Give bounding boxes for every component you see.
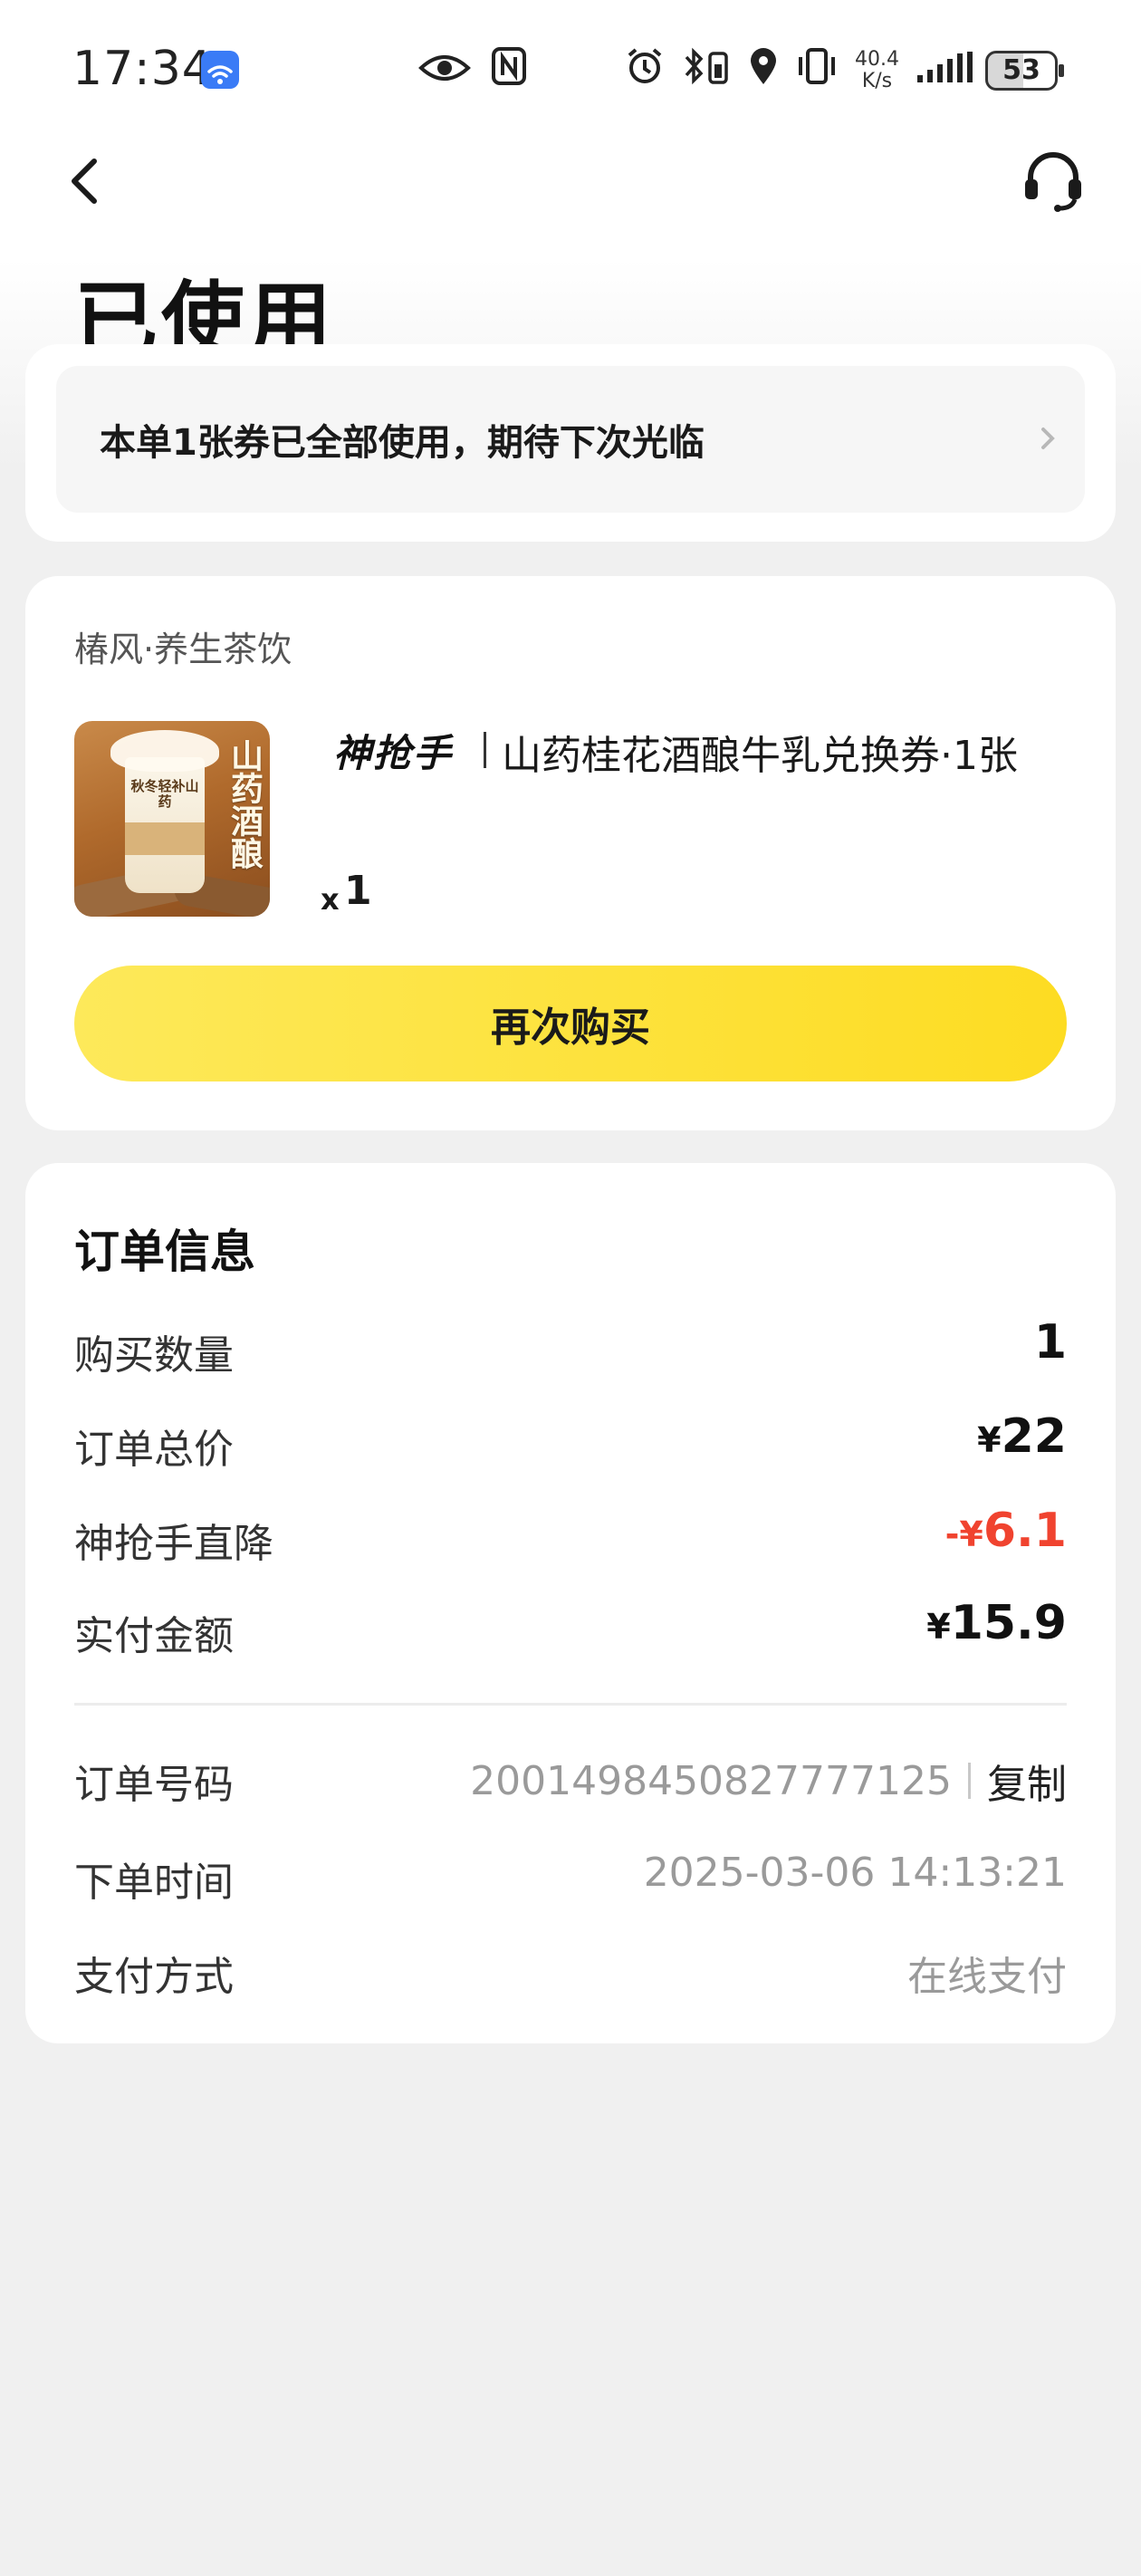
chevron-right-icon — [1041, 428, 1055, 449]
row-label: 神抢手直降 — [74, 1521, 273, 1567]
currency-symbol: ¥ — [926, 1607, 951, 1647]
order-time-row: 下单时间 2025-03-06 14:13:21 — [74, 1842, 1067, 1906]
currency-symbol: -¥ — [944, 1514, 983, 1554]
status-bar: 17:34 40.4 K/s 53 — [0, 36, 1141, 109]
payment-method-row: 支付方式 在线支付 — [74, 1937, 1067, 2000]
paid-amount-row: 实付金额 ¥15.9 — [74, 1596, 1067, 1659]
speed-value: 40.4 — [855, 48, 899, 71]
purchase-quantity-row: 购买数量 1 — [74, 1315, 1067, 1379]
copy-separator — [968, 1763, 971, 1799]
divider — [74, 1703, 1067, 1706]
product-image-milk-splash — [110, 730, 219, 772]
amount: 1 — [1033, 1315, 1067, 1370]
product-quantity: 1 — [344, 868, 372, 914]
status-time: 17:34 — [72, 42, 213, 96]
order-detail-page: 17:34 40.4 K/s 53 已使用 本单1张券已全部使用，期待下次光临 … — [0, 0, 1141, 2576]
discount-row: 神抢手直降 -¥6.1 — [74, 1504, 1067, 1567]
alarm-icon — [625, 43, 665, 98]
title-separator — [484, 732, 486, 768]
network-speed: 40.4 K/s — [855, 49, 899, 92]
amount: 15.9 — [950, 1596, 1067, 1650]
back-icon — [72, 159, 97, 204]
row-value: 1 — [1034, 1315, 1067, 1370]
headset-icon — [1025, 152, 1081, 212]
order-info-card: 订单信息 购买数量 1 订单总价 ¥22 神抢手直降 -¥6.1 实付金额 ¥1… — [25, 1163, 1116, 2043]
product-card: 椿风·养生茶饮 秋冬轻补山药 山药酒酿 神抢手 山药桂花酒酿牛乳兑换券·1张 x… — [25, 576, 1116, 1130]
wifi-icon — [201, 51, 239, 89]
nfc-icon — [491, 43, 527, 98]
row-value: ¥22 — [977, 1409, 1067, 1464]
location-icon — [748, 43, 779, 98]
row-label: 支付方式 — [74, 1954, 234, 2000]
shop-name[interactable]: 椿风·养生茶饮 — [74, 621, 292, 671]
speed-unit: K/s — [861, 70, 893, 92]
battery-icon: 53 — [985, 51, 1064, 91]
brand-logo: 神抢手 — [333, 723, 453, 778]
status-card: 本单1张券已全部使用，期待下次光临 — [25, 344, 1116, 542]
row-value: ¥15.9 — [926, 1596, 1067, 1650]
product-image-cup-band — [125, 822, 205, 855]
discount-value: -¥6.1 — [945, 1504, 1067, 1558]
rebuy-button[interactable]: 再次购买 — [74, 966, 1067, 1081]
customer-service-button[interactable] — [1020, 149, 1087, 212]
order-number-row: 订单号码 2001498450827777125 复制 — [74, 1745, 1067, 1810]
amount: 22 — [1001, 1409, 1067, 1464]
status-notice[interactable]: 本单1张券已全部使用，期待下次光临 — [56, 366, 1085, 513]
row-label: 订单号码 — [74, 1762, 234, 1808]
quantity-prefix: x — [321, 882, 340, 917]
row-label: 订单总价 — [74, 1427, 234, 1473]
order-number-group: 2001498450827777125 复制 — [470, 1752, 1067, 1810]
row-label: 下单时间 — [74, 1860, 234, 1906]
amount: 6.1 — [983, 1504, 1067, 1558]
product-name[interactable]: 山药桂花酒酿牛乳兑换券·1张 — [502, 723, 1018, 781]
brand-logo-text: 神抢手 — [333, 731, 454, 775]
signal-icon — [916, 43, 986, 98]
vibrate-icon — [795, 43, 839, 98]
row-label: 购买数量 — [74, 1332, 234, 1379]
product-image-sticker: 秋冬轻补山药 — [130, 778, 199, 810]
status-notice-text: 本单1张券已全部使用，期待下次光临 — [100, 422, 705, 464]
copy-button[interactable]: 复制 — [987, 1752, 1067, 1810]
order-number: 2001498450827777125 — [470, 1757, 952, 1804]
payment-method: 在线支付 — [907, 1954, 1067, 2000]
back-button[interactable] — [60, 149, 114, 212]
product-image[interactable]: 秋冬轻补山药 山药酒酿 — [74, 721, 270, 917]
order-info-title: 订单信息 — [74, 1226, 255, 1278]
total-price-row: 订单总价 ¥22 — [74, 1409, 1067, 1473]
currency-symbol: ¥ — [977, 1420, 1002, 1460]
row-label: 实付金额 — [74, 1613, 234, 1659]
order-time: 2025-03-06 14:13:21 — [643, 1850, 1067, 1896]
eye-icon — [418, 43, 471, 98]
bluetooth-icon — [681, 43, 732, 98]
product-image-text: 山药酒酿 — [225, 739, 263, 870]
